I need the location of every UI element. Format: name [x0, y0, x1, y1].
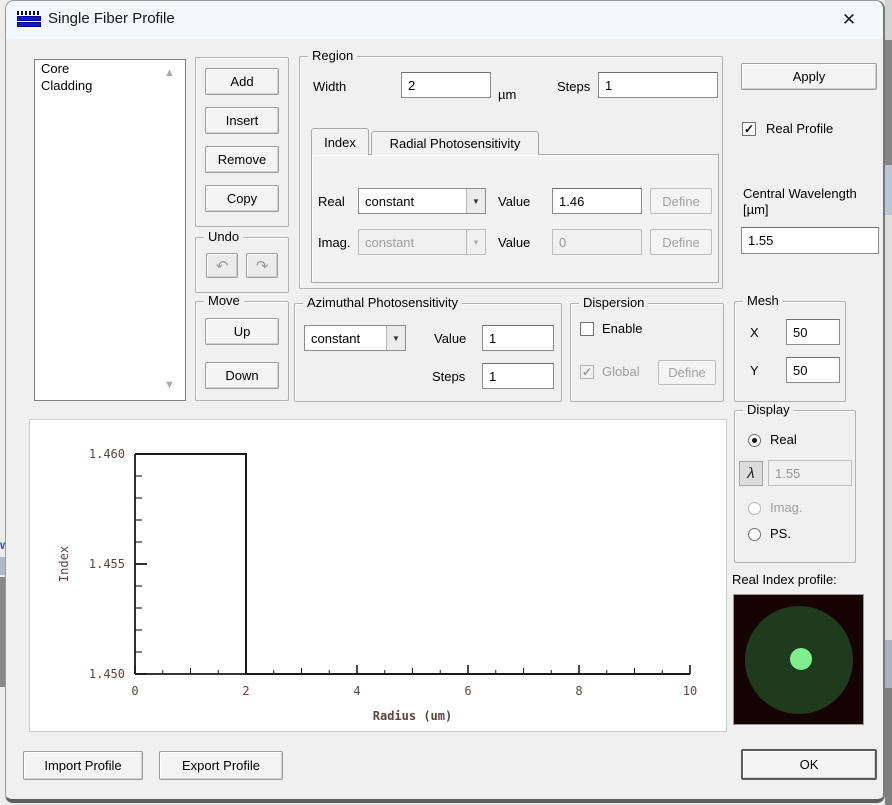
display-lambda-input[interactable] — [768, 460, 852, 486]
region-steps-input[interactable] — [598, 72, 718, 98]
undo-icon[interactable]: ↶ — [206, 253, 238, 278]
azimuthal-group-label: Azimuthal Photosensitivity — [303, 295, 463, 310]
svg-text:10: 10 — [683, 684, 697, 698]
svg-text:Index: Index — [57, 546, 71, 582]
display-imag-radio[interactable] — [748, 502, 761, 515]
titlebar[interactable]: Single Fiber Profile ✕ — [6, 1, 883, 39]
width-label: Width — [313, 79, 347, 94]
lambda-icon[interactable]: λ — [739, 461, 763, 486]
real-value-input[interactable] — [552, 188, 642, 214]
svg-text:4: 4 — [353, 684, 360, 698]
remove-button[interactable]: Remove — [205, 146, 279, 173]
region-steps-label: Steps — [557, 79, 591, 94]
mesh-x-input[interactable] — [786, 319, 840, 345]
display-ps-label: PS. — [770, 526, 791, 541]
azimuthal-steps-input[interactable] — [482, 363, 554, 389]
chevron-down-icon[interactable]: ▼ — [386, 326, 405, 350]
azimuthal-function-value: constant — [311, 330, 361, 346]
fiber-cross-section-preview — [733, 594, 864, 725]
fiber-profile-app-icon — [17, 11, 41, 29]
svg-text:8: 8 — [575, 684, 582, 698]
azimuthal-function-combo[interactable]: constant ▼ — [304, 325, 406, 351]
dispersion-global-label: Global — [602, 364, 640, 379]
imag-value-label: Value — [498, 235, 531, 250]
single-fiber-profile-dialog: Single Fiber Profile ✕ Core Cladding ▲ ▼… — [5, 0, 885, 803]
svg-text:2: 2 — [242, 684, 249, 698]
add-button[interactable]: Add — [205, 68, 279, 95]
export-profile-button[interactable]: Export Profile — [159, 751, 283, 780]
ok-button[interactable]: OK — [741, 749, 877, 780]
display-imag-label: Imag. — [770, 500, 803, 515]
svg-text:1.450: 1.450 — [89, 667, 125, 681]
dispersion-global-checkbox[interactable]: ✓ — [580, 365, 594, 379]
mesh-y-input[interactable] — [786, 357, 840, 383]
display-group-label: Display — [743, 402, 794, 417]
chevron-down-icon[interactable]: ▼ — [466, 189, 485, 213]
real-function-combo[interactable]: constant ▼ — [358, 188, 486, 214]
insert-button[interactable]: Insert — [205, 107, 279, 134]
profile-chart-svg: 1.450 1.455 1.460 0 2 4 6 8 10 Index Radius (um) — [57, 447, 697, 723]
real-function-value: constant — [365, 193, 415, 209]
svg-text:6: 6 — [464, 684, 471, 698]
imag-function-value: constant — [365, 234, 415, 250]
display-real-label: Real — [770, 432, 797, 447]
import-profile-button[interactable]: Import Profile — [23, 751, 143, 780]
imag-label: Imag. — [318, 235, 351, 250]
azimuthal-value-label: Value — [434, 331, 467, 346]
list-item-core[interactable]: Core — [35, 60, 185, 77]
real-define-button[interactable]: Define — [650, 188, 712, 214]
central-wavelength-label: Central Wavelength [µm] — [743, 186, 857, 217]
mesh-y-label: Y — [750, 363, 759, 378]
scroll-down-icon[interactable]: ▼ — [164, 379, 175, 391]
mesh-x-label: X — [750, 325, 759, 340]
move-down-button[interactable]: Down — [205, 362, 279, 389]
svg-text:0: 0 — [131, 684, 138, 698]
real-profile-label: Real Profile — [766, 121, 834, 136]
mesh-group-label: Mesh — [743, 293, 783, 308]
imag-define-button[interactable]: Define — [650, 229, 712, 255]
undo-group-label: Undo — [204, 229, 244, 244]
display-real-radio[interactable] — [748, 434, 761, 447]
apply-button[interactable]: Apply — [741, 63, 877, 90]
imag-function-combo[interactable]: constant ▼ — [358, 229, 486, 255]
dispersion-enable-label: Enable — [602, 321, 643, 336]
preview-core-circle — [790, 648, 812, 670]
central-wavelength-input[interactable] — [741, 227, 879, 254]
real-label: Real — [318, 194, 345, 209]
real-value-label: Value — [498, 194, 531, 209]
background-scrollbar-right[interactable] — [885, 0, 892, 805]
tab-index[interactable]: Index — [311, 128, 369, 155]
width-input[interactable] — [401, 72, 491, 98]
dispersion-enable-checkbox[interactable] — [580, 322, 594, 336]
display-ps-radio[interactable] — [748, 528, 761, 541]
region-list[interactable]: Core Cladding — [34, 59, 186, 401]
move-up-button[interactable]: Up — [205, 318, 279, 345]
svg-text:Radius (um): Radius (um) — [373, 709, 452, 723]
dispersion-group: Dispersion — [570, 295, 724, 402]
tab-radial-photosensitivity[interactable]: Radial Photosensitivity — [371, 131, 539, 155]
svg-text:1.455: 1.455 — [89, 557, 125, 571]
mesh-group: Mesh — [734, 293, 846, 402]
move-group-label: Move — [204, 293, 244, 308]
close-icon[interactable]: ✕ — [829, 5, 869, 35]
list-item-cladding[interactable]: Cladding — [35, 77, 185, 94]
dispersion-group-label: Dispersion — [579, 295, 649, 310]
region-group-label: Region — [308, 48, 358, 63]
scroll-up-icon[interactable]: ▲ — [164, 67, 175, 79]
window-title: Single Fiber Profile — [48, 10, 175, 27]
copy-button[interactable]: Copy — [205, 185, 279, 212]
real-profile-checkbox[interactable]: ✓ — [742, 122, 756, 136]
width-unit-label: µm — [498, 87, 517, 102]
azimuthal-value-input[interactable] — [482, 325, 554, 351]
profile-preview-label: Real Index profile: — [732, 572, 837, 587]
index-profile-chart: 1.450 1.455 1.460 0 2 4 6 8 10 Index Radius (um) — [29, 419, 727, 732]
svg-text:1.460: 1.460 — [89, 447, 125, 461]
dispersion-define-button[interactable]: Define — [658, 360, 716, 385]
chevron-down-icon: ▼ — [466, 230, 485, 254]
redo-icon[interactable]: ↷ — [246, 253, 278, 278]
index-tab-panel — [311, 154, 719, 283]
imag-value-input[interactable] — [552, 229, 642, 255]
azimuthal-steps-label: Steps — [432, 369, 466, 384]
